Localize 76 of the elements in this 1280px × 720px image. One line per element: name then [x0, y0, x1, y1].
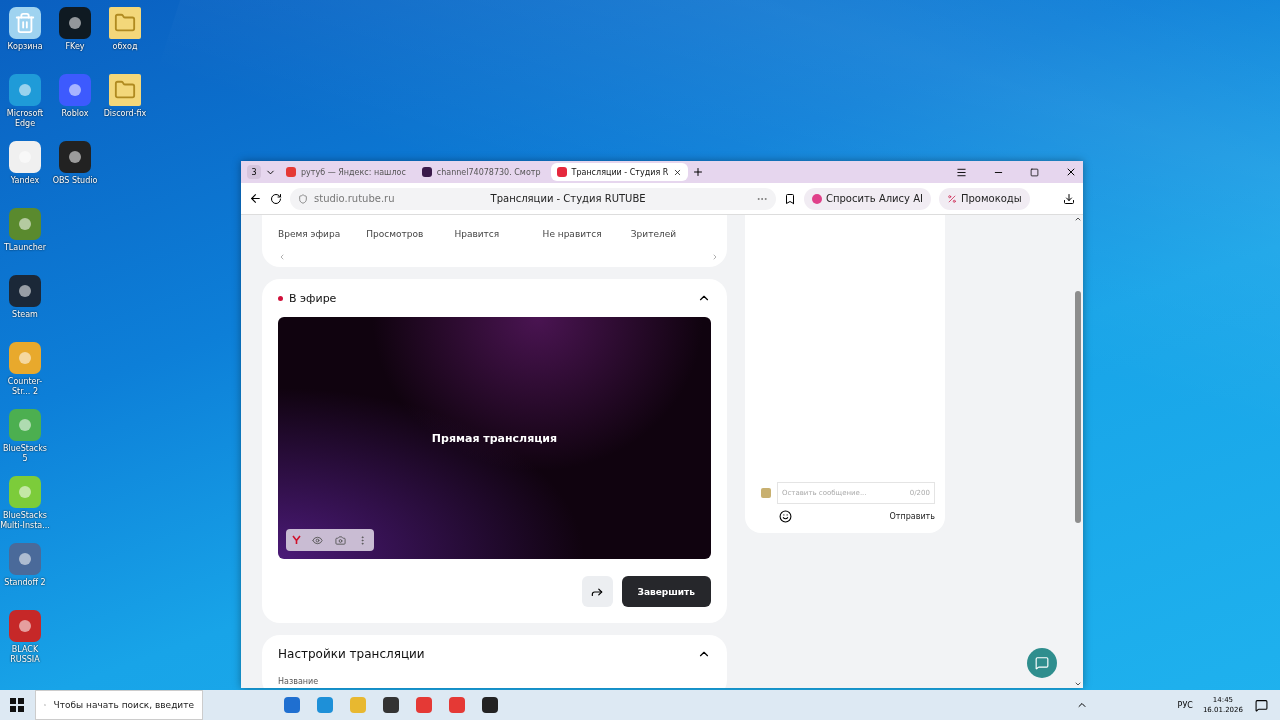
desktop-icon-label: Counter-Str... 2 — [6, 377, 44, 397]
app-icon[interactable] — [59, 7, 91, 39]
card-title: Настройки трансляции — [278, 647, 426, 661]
promo-button[interactable]: Промокоды — [939, 187, 1030, 210]
app-icon[interactable] — [59, 141, 91, 173]
app-icon[interactable] — [9, 342, 41, 374]
desktop-icon-label: Microsoft Edge — [5, 109, 45, 129]
scroll-down-icon[interactable] — [1073, 680, 1082, 688]
scrollbar[interactable] — [1073, 215, 1082, 688]
stat-label: Нравится — [454, 229, 501, 239]
avatar-icon — [761, 488, 771, 498]
desktop-icon-label: Корзина — [6, 42, 44, 52]
video-caption: Прямая трансляция — [431, 431, 558, 445]
folder-icon[interactable] — [109, 74, 141, 106]
live-dot — [278, 295, 283, 301]
desktop-icon-label: FKey — [64, 42, 86, 52]
stat-label: Время эфира — [278, 229, 342, 239]
send-button[interactable]: Отправить — [889, 512, 935, 521]
notifications-icon[interactable] — [1255, 698, 1268, 712]
reload-icon[interactable] — [270, 192, 282, 205]
eye-icon[interactable] — [312, 534, 324, 546]
chat-bubble-icon — [1035, 656, 1049, 670]
desktop-icon-label: BLACK RUSSIA — [9, 645, 41, 665]
desktop-icon-label: BlueStacks 5 — [2, 444, 48, 464]
browser-tab[interactable]: рутуб — Яндекс: нашлос — [280, 163, 412, 181]
desktop-icon-label: OBS Studio — [51, 176, 99, 186]
finish-button[interactable]: Завершить — [621, 576, 711, 607]
scroll-up-icon[interactable] — [1073, 215, 1082, 223]
share-button[interactable] — [581, 576, 613, 607]
language-indicator[interactable]: РУС — [1177, 700, 1193, 710]
app-icon[interactable] — [59, 74, 91, 106]
app-icon[interactable] — [9, 208, 41, 240]
card-title: В эфире — [289, 291, 338, 305]
app-icon[interactable] — [9, 610, 41, 642]
folder-icon[interactable] — [109, 7, 141, 39]
desktop-icon-label: Yandex — [9, 176, 41, 186]
percent-icon — [947, 193, 957, 204]
trash-icon[interactable] — [9, 7, 41, 39]
app-icon[interactable] — [9, 275, 41, 307]
browser-tab[interactable]: Трансляции - Студия R — [550, 163, 689, 181]
tab-title: Трансляции - Студия R — [571, 167, 669, 177]
menu-icon[interactable] — [956, 166, 967, 178]
desktop-icon-label: Roblox — [60, 109, 90, 119]
new-tab-icon[interactable] — [692, 166, 705, 178]
tab-title: рутуб — Яндекс: нашлос — [301, 167, 406, 177]
camera-icon[interactable] — [334, 534, 346, 546]
close-icon[interactable] — [1065, 166, 1077, 178]
app-icon[interactable] — [9, 74, 41, 106]
close-icon[interactable] — [673, 167, 683, 177]
desktop-icon-label: обход — [111, 42, 139, 52]
desktop-icon-label: Steam — [11, 310, 39, 320]
taskbar-search-field[interactable]: Чтобы начать поиск, введите — [35, 690, 203, 720]
app-icon[interactable] — [9, 141, 41, 173]
alice-button[interactable]: Спросить Алису AI — [804, 187, 931, 210]
desktop-icon-label: BlueStacks Multi-Insta... — [0, 511, 50, 531]
browser-tab[interactable]: channel74078730. Смотр — [415, 163, 547, 181]
app-icon[interactable] — [9, 476, 41, 508]
support-button[interactable] — [1027, 648, 1057, 678]
desktop-icon-label: Discord-fix — [102, 109, 148, 119]
desktop-icon-label: TLauncher — [2, 243, 48, 253]
desktop-icon-label: Standoff 2 — [3, 578, 47, 588]
app-icon[interactable] — [9, 543, 41, 575]
address-bar[interactable]: studio.rutube.ru Трансляции - Студия RUTUBE — [290, 187, 776, 210]
tab-count[interactable]: 3 — [247, 165, 261, 179]
maximize-icon[interactable] — [1030, 167, 1039, 177]
back-icon[interactable] — [249, 192, 262, 205]
download-icon[interactable] — [1063, 192, 1075, 205]
stat-label: Зрителей — [630, 229, 678, 239]
emoji-icon[interactable] — [779, 510, 792, 523]
yandex-icon[interactable] — [291, 535, 301, 545]
bookmark-icon[interactable] — [784, 192, 796, 205]
stat-label: Просмотров — [366, 229, 425, 239]
stat-label: Не нравится — [542, 229, 603, 239]
shield-icon — [298, 193, 308, 204]
tab-title: channel74078730. Смотр — [436, 167, 541, 177]
field-label: Название — [278, 677, 320, 686]
